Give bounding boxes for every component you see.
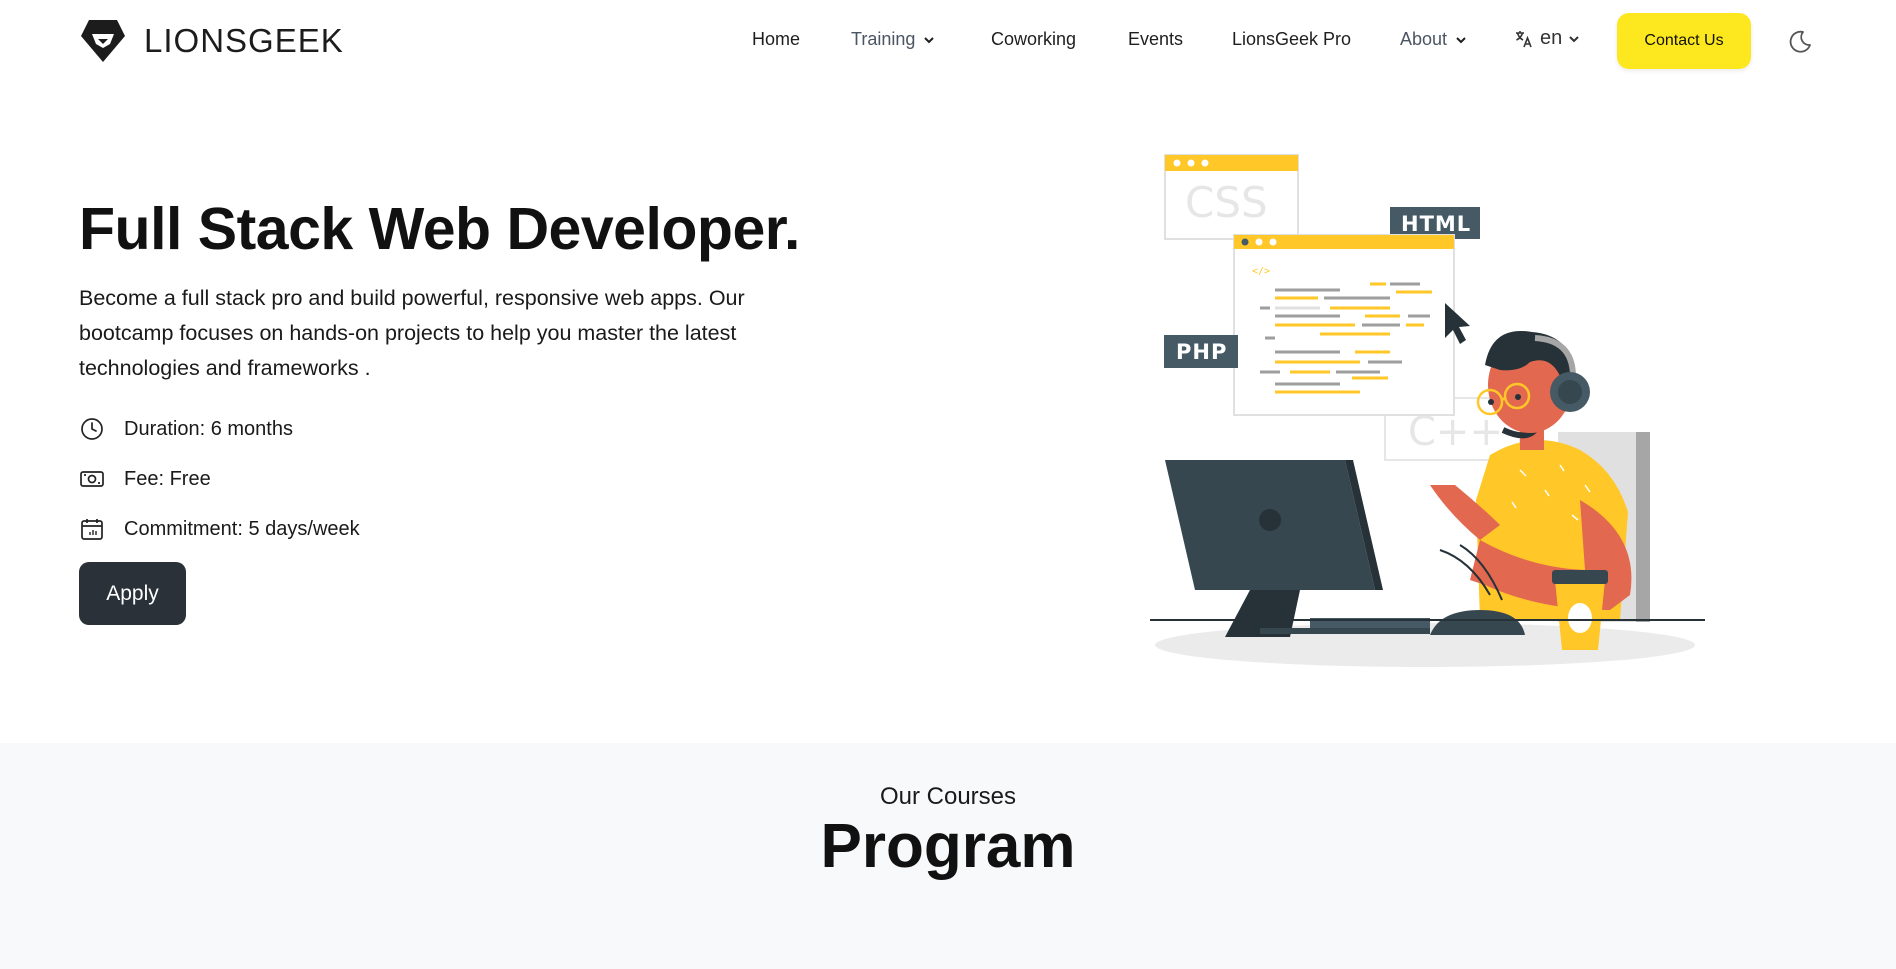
section-title: Program — [820, 812, 1076, 881]
section-eyebrow: Our Courses — [879, 783, 1017, 810]
hero-description: Become a full stack pro and build powerf… — [79, 286, 745, 380]
chevron-down-icon — [1456, 36, 1466, 43]
nav-training-label: Training — [851, 29, 916, 49]
nav-coworking[interactable]: Coworking — [991, 29, 1076, 50]
calendar-icon — [81, 519, 103, 540]
language-code: en — [1540, 27, 1563, 49]
nav-lionsgeek-pro[interactable]: LionsGeek Pro — [1232, 29, 1351, 50]
contact-us-button[interactable]: Contact Us — [1617, 13, 1751, 69]
fact-text: Duration: 6 months — [124, 417, 293, 440]
nav-about[interactable]: About — [1400, 29, 1467, 50]
css-label: CSS — [1185, 178, 1268, 227]
hero-title: Full Stack Web Developer. — [79, 196, 800, 262]
chevron-down-icon — [924, 36, 935, 43]
fact-duration: Duration: 6 months — [79, 404, 360, 454]
css-window: CSS — [1164, 154, 1299, 240]
fact-fee: Fee: Free — [79, 454, 360, 504]
main-menu: Home Training Coworking Events LionsGeek… — [0, 0, 1896, 82]
fact-commitment: Commitment: 5 days/week — [79, 504, 360, 554]
fact-text: Fee: Free — [124, 467, 211, 490]
svg-text:</>: </> — [1252, 266, 1270, 277]
nav-training[interactable]: Training — [851, 29, 935, 50]
translate-icon — [1516, 30, 1532, 47]
nav-events[interactable]: Events — [1128, 29, 1183, 50]
program-facts: Duration: 6 months Fee: Free Commitment:… — [79, 404, 360, 554]
top-navigation: LIONSGEEK Home Training Coworking Events… — [0, 0, 1896, 82]
nav-home[interactable]: Home — [752, 29, 800, 50]
nav-about-label: About — [1400, 29, 1448, 49]
money-icon — [80, 471, 104, 487]
moon-icon[interactable] — [1787, 29, 1813, 55]
html-label: HTML — [1401, 212, 1471, 236]
developer-illustration: CSS C++ HTML </> PHP — [1150, 154, 1705, 667]
fact-text: Commitment: 5 days/week — [124, 517, 360, 540]
chevron-down-icon — [1569, 35, 1579, 42]
clock-icon — [81, 418, 103, 440]
program-section: Our Courses Program — [0, 743, 1896, 969]
code-window: </> — [1233, 234, 1455, 416]
apply-button[interactable]: Apply — [79, 562, 186, 625]
php-label: PHP — [1176, 340, 1227, 364]
language-selector[interactable]: en — [1514, 27, 1580, 50]
